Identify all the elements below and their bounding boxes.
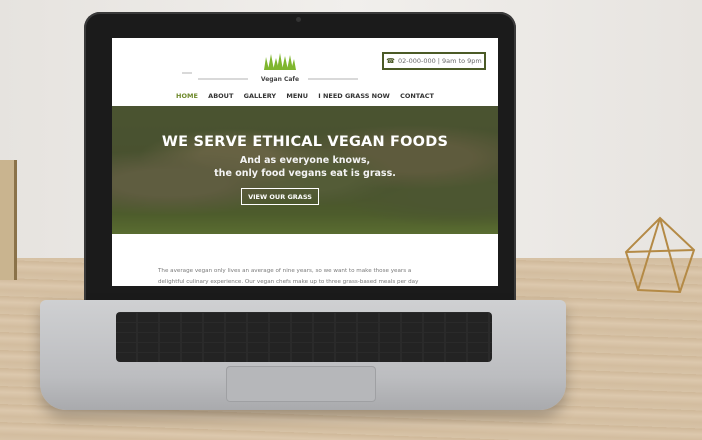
site-header: Vegan Cafe ☎ 02-000-000 | 9am to 9pm (112, 38, 498, 90)
filler-line (198, 78, 248, 80)
site-logo[interactable]: Vegan Cafe (258, 52, 302, 83)
phone-hours-box[interactable]: ☎ 02-000-000 | 9am to 9pm (382, 52, 486, 70)
nav-item-gallery[interactable]: GALLERY (244, 92, 276, 100)
nav-item-contact[interactable]: CONTACT (400, 92, 434, 100)
intro-line: The average vegan only lives an average … (158, 268, 412, 274)
decor-frame (0, 160, 17, 280)
intro-paragraph: The average vegan only lives an average … (158, 266, 458, 286)
webcam (296, 17, 301, 22)
brand-name: Vegan Cafe (260, 76, 300, 83)
phone-icon: ☎ (386, 57, 395, 65)
nav-item-menu[interactable]: MENU (286, 92, 308, 100)
filler-line (182, 72, 192, 74)
hero-subtitle-line2: the only food vegans eat is grass. (214, 168, 396, 179)
filler-line (308, 78, 358, 80)
hero-title: WE SERVE ETHICAL VEGAN FOODS (161, 134, 449, 150)
hero-subtitle-line1: And as everyone knows, (239, 155, 371, 166)
main-nav: HOME ABOUT GALLERY MENU I NEED GRASS NOW… (112, 92, 498, 100)
view-grass-button[interactable]: VIEW OUR GRASS (241, 188, 319, 205)
nav-item-about[interactable]: ABOUT (208, 92, 233, 100)
grass-logo-icon (264, 53, 296, 70)
nav-item-home[interactable]: HOME (176, 92, 198, 100)
touchpad (226, 366, 376, 402)
intro-line: delightful culinary experience. Our vega… (158, 279, 419, 285)
browser-viewport: Vegan Cafe ☎ 02-000-000 | 9am to 9pm HOM… (112, 38, 498, 286)
hero-banner: WE SERVE ETHICAL VEGAN FOODS And as ever… (112, 106, 498, 234)
geometric-decor-icon (624, 216, 696, 294)
phone-text: 02-000-000 | 9am to 9pm (397, 57, 482, 65)
nav-item-need-grass[interactable]: I NEED GRASS NOW (318, 92, 390, 100)
keyboard (116, 312, 492, 362)
